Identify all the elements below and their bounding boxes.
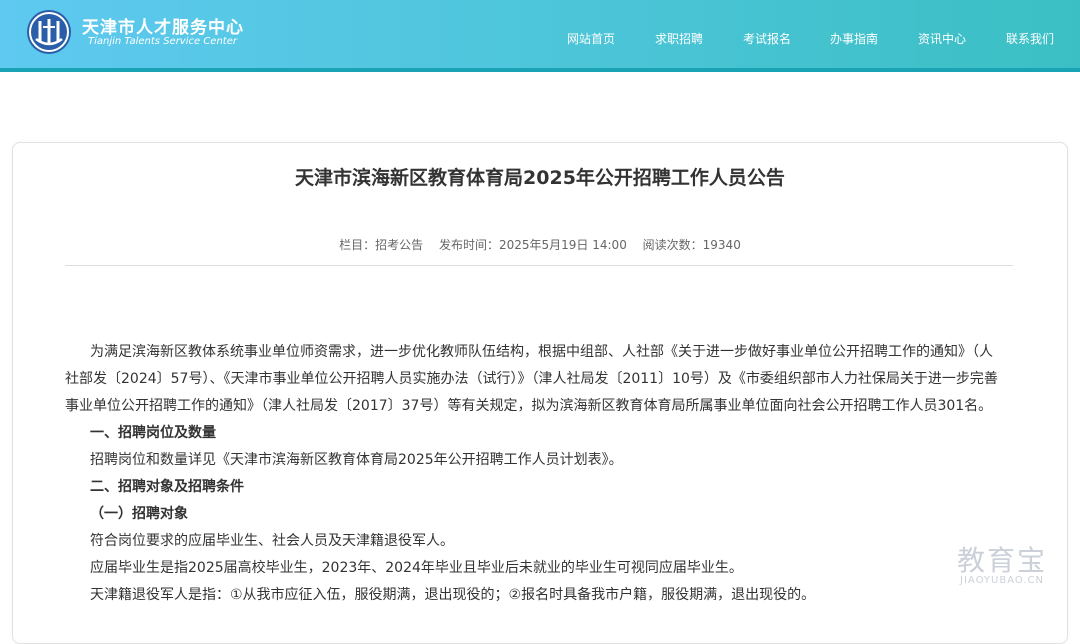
site-header: 天津市人才服务中心 Tianjin Talents Service Center…: [0, 0, 1080, 72]
nav-contact-us[interactable]: 联系我们: [1006, 30, 1054, 47]
article-body: 为满足滨海新区教体系统事业单位师资需求，进一步优化教师队伍结构，根据中组部、人社…: [65, 339, 1005, 609]
nav-service-guide[interactable]: 办事指南: [830, 30, 878, 47]
graduates-paragraph: 应届毕业生是指2025届高校毕业生，2023年、2024年毕业且毕业后未就业的毕…: [90, 560, 743, 576]
jiaoyubao-watermark: 教育宝 JIAOYUBAO.CN: [942, 539, 1062, 599]
section-heading-positions: 一、招聘岗位及数量: [90, 425, 216, 441]
targets-paragraph: 符合岗位要求的应届毕业生、社会人员及天津籍退役军人。: [90, 533, 454, 549]
positions-paragraph: 招聘岗位和数量详见《天津市滨海新区教育体育局2025年公开招聘工作人员计划表》。: [90, 452, 623, 468]
veterans-paragraph: 天津籍退役军人是指：①从我市应征入伍，服役期满，退出现役的；②报名时具备我市户籍…: [90, 587, 816, 603]
title-divider: [65, 265, 1013, 266]
nav-jobs[interactable]: 求职招聘: [655, 30, 703, 47]
article-publish-time: 发布时间：2025年5月19日 14:00: [438, 238, 627, 252]
section-heading-conditions: 二、招聘对象及招聘条件: [90, 479, 244, 495]
main-nav: 网站首页 求职招聘 考试报名 办事指南 资讯中心 联系我们: [0, 30, 1080, 48]
article-title: 天津市滨海新区教育体育局2025年公开招聘工作人员公告: [295, 167, 785, 189]
subsection-heading-targets: （一）招聘对象: [90, 506, 188, 522]
intro-paragraph: 为满足滨海新区教体系统事业单位师资需求，进一步优化教师队伍结构，根据中组部、人社…: [65, 344, 998, 414]
nav-home[interactable]: 网站首页: [567, 30, 615, 47]
article-column: 栏目：招考公告: [339, 238, 424, 252]
article-read-count: 阅读次数：19340: [642, 238, 741, 252]
nav-news-center[interactable]: 资讯中心: [918, 30, 966, 47]
article-meta: 栏目：招考公告 发布时间：2025年5月19日 14:00 阅读次数：19340: [0, 236, 1080, 253]
nav-exam-registration[interactable]: 考试报名: [743, 30, 791, 47]
watermark-cn: 教育宝: [956, 544, 1047, 577]
